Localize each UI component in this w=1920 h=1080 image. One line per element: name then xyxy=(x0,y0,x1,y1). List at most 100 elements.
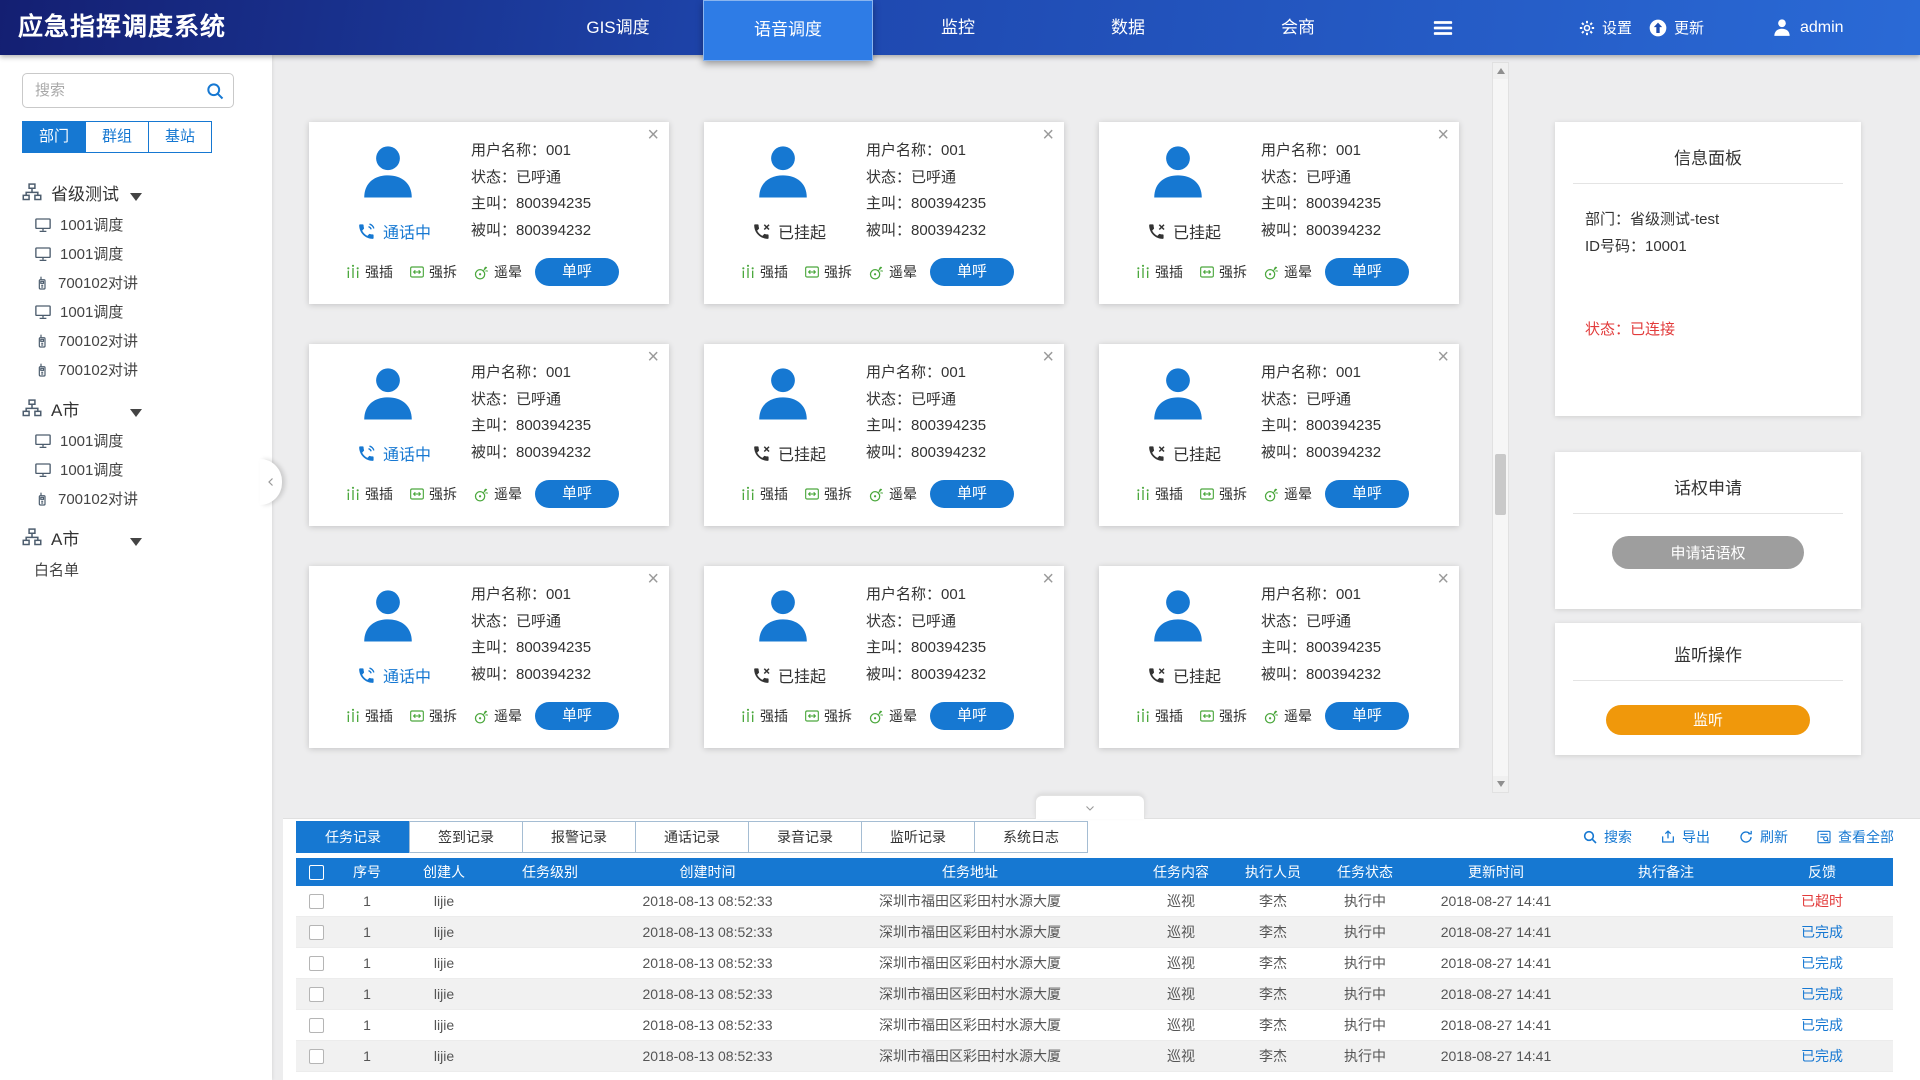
tree-item[interactable]: 700102对讲 xyxy=(22,326,257,355)
hamburger-menu-button[interactable] xyxy=(1383,0,1503,55)
tree-group[interactable]: A市 xyxy=(22,519,257,555)
record-tab-6[interactable]: 系统日志 xyxy=(974,821,1088,853)
tree-item[interactable]: 白名单 xyxy=(22,555,257,584)
barge-in-button[interactable]: 强插 xyxy=(740,706,788,726)
remote-stun-button[interactable]: 遥晕 xyxy=(473,484,522,504)
search-button[interactable]: 搜索 xyxy=(1582,827,1632,847)
row-checkbox[interactable] xyxy=(309,987,324,1002)
monitor-button[interactable]: 监听 xyxy=(1606,705,1810,735)
panel-collapse-tab[interactable] xyxy=(1035,795,1145,819)
close-icon[interactable]: × xyxy=(647,568,659,591)
settings-button[interactable]: 设置 xyxy=(1578,17,1632,38)
tree-group[interactable]: 省级测试 xyxy=(22,174,257,210)
remote-stun-button[interactable]: 遥晕 xyxy=(868,706,917,726)
caret-down-icon[interactable] xyxy=(130,404,142,422)
export-button[interactable]: 导出 xyxy=(1660,827,1710,847)
barge-in-button[interactable]: 强插 xyxy=(1135,262,1183,282)
row-checkbox[interactable] xyxy=(309,1049,324,1064)
remote-stun-button[interactable]: 遥晕 xyxy=(1263,484,1312,504)
remote-stun-button[interactable]: 遥晕 xyxy=(473,262,522,282)
cell-feedback-link[interactable]: 已完成 xyxy=(1751,1015,1893,1035)
row-checkbox[interactable] xyxy=(309,1018,324,1033)
force-release-button[interactable]: 强拆 xyxy=(804,706,852,726)
force-release-button[interactable]: 强拆 xyxy=(1199,484,1247,504)
single-call-button[interactable]: 单呼 xyxy=(1325,702,1409,730)
close-icon[interactable]: × xyxy=(1042,124,1054,147)
remote-stun-button[interactable]: 遥晕 xyxy=(868,262,917,282)
barge-in-button[interactable]: 强插 xyxy=(345,484,393,504)
tree-item[interactable]: 700102对讲 xyxy=(22,355,257,384)
refresh-button[interactable]: 刷新 xyxy=(1738,827,1788,847)
nav-item-0[interactable]: GIS调度 xyxy=(533,0,703,55)
barge-in-button[interactable]: 强插 xyxy=(1135,484,1183,504)
caret-down-icon[interactable] xyxy=(130,533,142,551)
remote-stun-button[interactable]: 遥晕 xyxy=(1263,706,1312,726)
single-call-button[interactable]: 单呼 xyxy=(930,702,1014,730)
cell-feedback-link[interactable]: 已完成 xyxy=(1751,953,1893,973)
tree-item[interactable]: 1001调度 xyxy=(22,239,257,268)
sidebar-collapse-handle[interactable] xyxy=(260,459,282,505)
cell-feedback-link[interactable]: 已完成 xyxy=(1751,922,1893,942)
remote-stun-button[interactable]: 遥晕 xyxy=(1263,262,1312,282)
sidebar-tab-1[interactable]: 群组 xyxy=(85,121,149,153)
remote-stun-button[interactable]: 遥晕 xyxy=(473,706,522,726)
nav-item-4[interactable]: 会商 xyxy=(1213,0,1383,55)
barge-in-button[interactable]: 强插 xyxy=(740,262,788,282)
close-icon[interactable]: × xyxy=(1437,346,1449,369)
record-tab-4[interactable]: 录音记录 xyxy=(748,821,862,853)
record-tab-0[interactable]: 任务记录 xyxy=(296,821,410,853)
tree-item[interactable]: 1001调度 xyxy=(22,297,257,326)
close-icon[interactable]: × xyxy=(1042,568,1054,591)
single-call-button[interactable]: 单呼 xyxy=(930,258,1014,286)
single-call-button[interactable]: 单呼 xyxy=(535,702,619,730)
user-menu[interactable]: admin xyxy=(1772,0,1844,55)
remote-stun-button[interactable]: 遥晕 xyxy=(868,484,917,504)
tree-item[interactable]: 1001调度 xyxy=(22,455,257,484)
force-release-button[interactable]: 强拆 xyxy=(409,706,457,726)
force-release-button[interactable]: 强拆 xyxy=(1199,706,1247,726)
close-icon[interactable]: × xyxy=(1042,346,1054,369)
barge-in-button[interactable]: 强插 xyxy=(740,484,788,504)
force-release-button[interactable]: 强拆 xyxy=(804,262,852,282)
close-icon[interactable]: × xyxy=(647,124,659,147)
record-tab-3[interactable]: 通话记录 xyxy=(635,821,749,853)
single-call-button[interactable]: 单呼 xyxy=(1325,258,1409,286)
close-icon[interactable]: × xyxy=(647,346,659,369)
single-call-button[interactable]: 单呼 xyxy=(535,480,619,508)
select-all-checkbox[interactable] xyxy=(309,865,324,880)
barge-in-button[interactable]: 强插 xyxy=(345,706,393,726)
record-tab-5[interactable]: 监听记录 xyxy=(861,821,975,853)
tree-item[interactable]: 1001调度 xyxy=(22,426,257,455)
record-tab-1[interactable]: 签到记录 xyxy=(409,821,523,853)
sidebar-tab-0[interactable]: 部门 xyxy=(22,121,86,153)
force-release-button[interactable]: 强拆 xyxy=(409,262,457,282)
scrollbar-thumb[interactable] xyxy=(1495,454,1506,515)
single-call-button[interactable]: 单呼 xyxy=(930,480,1014,508)
tree-item[interactable]: 700102对讲 xyxy=(22,484,257,513)
nav-item-2[interactable]: 监控 xyxy=(873,0,1043,55)
caret-down-icon[interactable] xyxy=(130,188,142,206)
tree-item[interactable]: 1001调度 xyxy=(22,210,257,239)
close-icon[interactable]: × xyxy=(1437,568,1449,591)
force-release-button[interactable]: 强拆 xyxy=(804,484,852,504)
nav-item-1[interactable]: 语音调度 xyxy=(703,0,873,61)
tree-group[interactable]: A市 xyxy=(22,390,257,426)
force-release-button[interactable]: 强拆 xyxy=(409,484,457,504)
sidebar-tab-2[interactable]: 基站 xyxy=(148,121,212,153)
apply-talk-right-button[interactable]: 申请话语权 xyxy=(1612,536,1804,569)
single-call-button[interactable]: 单呼 xyxy=(535,258,619,286)
search-icon[interactable] xyxy=(205,81,225,101)
view-all-button[interactable]: 查看全部 xyxy=(1816,827,1894,847)
barge-in-button[interactable]: 强插 xyxy=(345,262,393,282)
barge-in-button[interactable]: 强插 xyxy=(1135,706,1183,726)
row-checkbox[interactable] xyxy=(309,925,324,940)
cell-feedback-link[interactable]: 已超时 xyxy=(1751,891,1893,911)
scroll-down-button[interactable] xyxy=(1493,776,1508,792)
force-release-button[interactable]: 强拆 xyxy=(1199,262,1247,282)
row-checkbox[interactable] xyxy=(309,956,324,971)
tree-item[interactable]: 700102对讲 xyxy=(22,268,257,297)
update-button[interactable]: 更新 xyxy=(1648,17,1704,38)
row-checkbox[interactable] xyxy=(309,894,324,909)
close-icon[interactable]: × xyxy=(1437,124,1449,147)
cell-feedback-link[interactable]: 已完成 xyxy=(1751,984,1893,1004)
